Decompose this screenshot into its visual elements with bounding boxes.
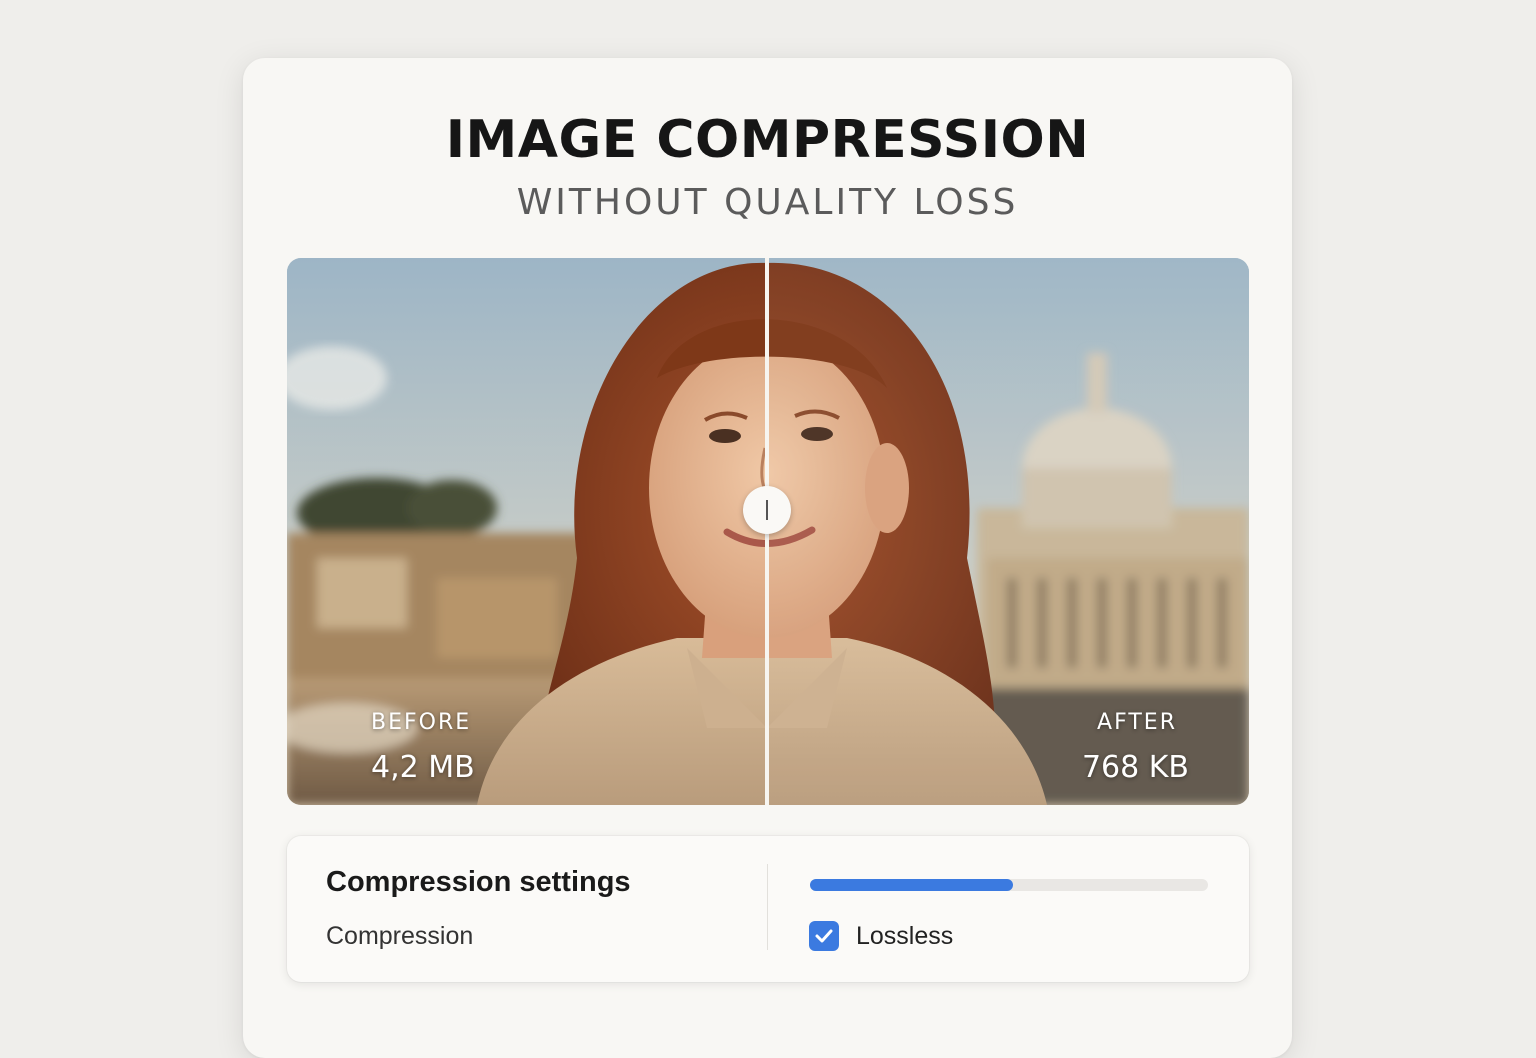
before-label: BEFORE	[371, 710, 472, 735]
check-icon	[815, 929, 833, 943]
compression-card: IMAGE COMPRESSION WITHOUT QUALITY LOSS B…	[243, 58, 1292, 1058]
after-size: 768 KB	[1081, 750, 1189, 785]
page-subtitle: WITHOUT QUALITY LOSS	[516, 182, 1019, 223]
compression-settings-panel: Compression settings Compression Lossles…	[287, 836, 1249, 982]
drag-handle-icon[interactable]	[743, 486, 791, 534]
grip-line	[766, 500, 768, 520]
compression-label: Compression	[326, 922, 474, 950]
before-size: 4,2 MB	[371, 750, 475, 785]
lossless-label[interactable]: Lossless	[856, 922, 953, 951]
compression-slider[interactable]	[810, 879, 1208, 891]
compression-slider-fill	[810, 879, 1013, 891]
lossless-checkbox[interactable]	[809, 921, 839, 951]
page-title: IMAGE COMPRESSION	[445, 110, 1090, 170]
before-after-comparison[interactable]: BEFORE 4,2 MB AFTER 768 KB	[287, 258, 1249, 805]
after-label: AFTER	[1097, 710, 1177, 735]
settings-divider	[767, 864, 768, 950]
settings-title: Compression settings	[326, 866, 631, 898]
